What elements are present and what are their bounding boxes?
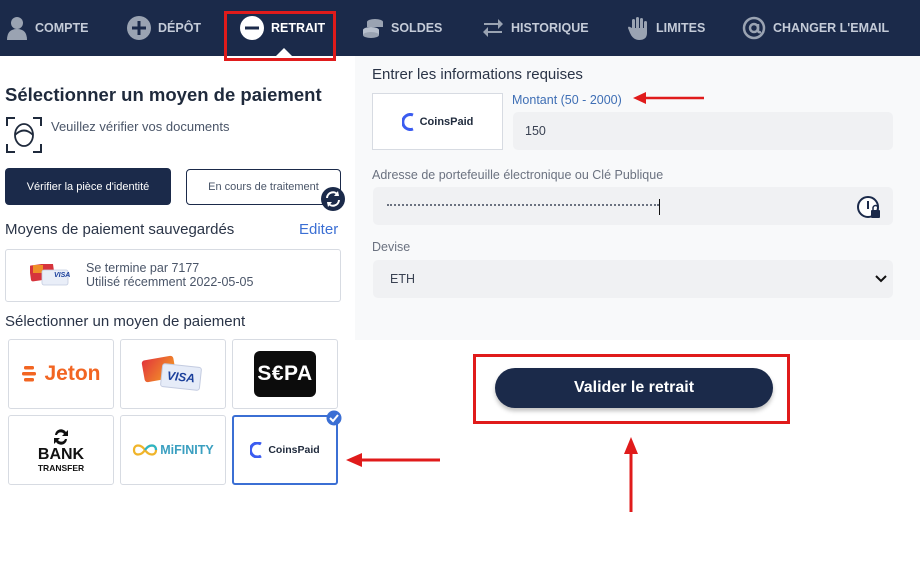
nav-item-depot[interactable]: DÉPÔT — [127, 0, 201, 56]
method-card-coinspaid[interactable]: CoinsPaid — [232, 415, 338, 485]
mifinity-logo-text: MiFINITY — [160, 443, 214, 457]
saved-card-last-used: Utilisé récemment 2022-05-05 — [86, 275, 254, 289]
wallet-address-masked-value — [387, 204, 659, 206]
visa-logo: VISA — [141, 355, 205, 392]
submit-withdrawal-button[interactable]: Valider le retrait — [495, 368, 773, 408]
verify-id-button[interactable]: Vérifier la pièce d'identité — [5, 168, 171, 205]
saved-card-item[interactable]: VISA Se termine par 7177 Utilisé récemme… — [5, 249, 341, 302]
nav-label: RETRAIT — [271, 21, 326, 35]
method-card-jeton[interactable]: Jeton — [8, 339, 114, 409]
currency-value: ETH — [390, 272, 415, 286]
coinspaid-logo-icon — [250, 442, 263, 458]
method-card-sepa[interactable]: S€PA — [232, 339, 338, 409]
provider-logo-box: CoinsPaid — [372, 93, 503, 150]
currency-label: Devise — [372, 240, 411, 254]
annotation-arrow-amount — [633, 92, 704, 104]
infinity-logo-icon — [133, 444, 158, 456]
nav-item-compte[interactable]: COMPTE — [6, 0, 88, 56]
bank-transfer-arrows-icon — [54, 429, 68, 445]
user-icon — [7, 17, 27, 40]
processing-status-button: En cours de traitement — [186, 169, 341, 205]
selected-check-icon — [326, 410, 342, 426]
text-cursor — [659, 199, 660, 215]
sepa-logo: S€PA — [254, 351, 316, 397]
at-icon — [742, 16, 766, 40]
swap-arrows-icon — [483, 19, 503, 37]
left-section-title: Sélectionner un moyen de paiement — [5, 84, 322, 105]
jeton-logo-text: Jeton — [44, 362, 101, 385]
coins-icon — [363, 19, 383, 38]
nav-label: DÉPÔT — [158, 21, 202, 35]
coinspaid-logo-icon — [401, 112, 414, 131]
bank-logo-text: BANK — [37, 446, 85, 463]
visa-card-text: VISA — [54, 272, 71, 279]
chevron-down-icon — [875, 275, 887, 283]
transfer-logo-text: TRANSFER — [37, 463, 85, 473]
method-card-bank-transfer[interactable]: BANK TRANSFER — [8, 415, 114, 485]
jeton-logo-icon — [22, 366, 37, 382]
verify-documents-text: Veuillez vérifier vos documents — [51, 119, 230, 134]
visa-card-shape: VISA — [159, 362, 203, 392]
saved-methods-title: Moyens de paiement sauvegardés — [5, 221, 235, 238]
methods-title: Sélectionner un moyen de paiement — [5, 313, 246, 330]
sync-icon — [321, 187, 345, 211]
method-card-visa[interactable]: VISA — [120, 339, 226, 409]
saved-card-ending: Se termine par 7177 — [86, 261, 200, 275]
amount-input[interactable]: 150 — [513, 112, 893, 150]
nav-item-historique[interactable]: HISTORIQUE — [482, 0, 589, 56]
plus-circle-icon — [127, 16, 151, 40]
top-navigation: COMPTE DÉPÔT RETRAIT SOLDES HISTORIQUE L… — [0, 0, 920, 56]
amount-label: Montant (50 - 2000) — [512, 93, 622, 107]
visa-logo-text: VISA — [166, 368, 196, 386]
method-card-mifinity[interactable]: MiFINITY — [120, 415, 226, 485]
active-tab-indicator — [276, 48, 292, 56]
nav-label: SOLDES — [391, 21, 443, 35]
minus-circle-icon — [240, 16, 264, 40]
form-title: Entrer les informations requises — [372, 66, 583, 83]
face-id-icon — [6, 117, 42, 153]
nav-item-soldes[interactable]: SOLDES — [362, 0, 442, 56]
nav-label: LIMITES — [656, 21, 706, 35]
edit-link[interactable]: Editer — [299, 221, 338, 238]
amount-value: 150 — [525, 124, 546, 138]
currency-select[interactable]: ETH — [373, 260, 893, 298]
nav-item-changer-email[interactable]: CHANGER L'EMAIL — [742, 0, 889, 56]
nav-label: COMPTE — [35, 21, 89, 35]
annotation-arrow-up — [624, 437, 638, 512]
annotation-arrow-left — [346, 453, 440, 467]
provider-logo-text: CoinsPaid — [419, 115, 474, 128]
nav-item-limites[interactable]: LIMITES — [627, 0, 705, 56]
password-manager-icon — [857, 196, 880, 218]
nav-label: CHANGER L'EMAIL — [773, 21, 890, 35]
nav-label: HISTORIQUE — [511, 21, 589, 35]
sepa-logo-text: S€PA — [257, 362, 313, 385]
wallet-address-input[interactable] — [373, 187, 893, 225]
wallet-address-label: Adresse de portefeuille électronique ou … — [372, 168, 664, 182]
hand-icon — [628, 17, 647, 40]
coinspaid-logo-text: CoinsPaid — [268, 444, 320, 456]
